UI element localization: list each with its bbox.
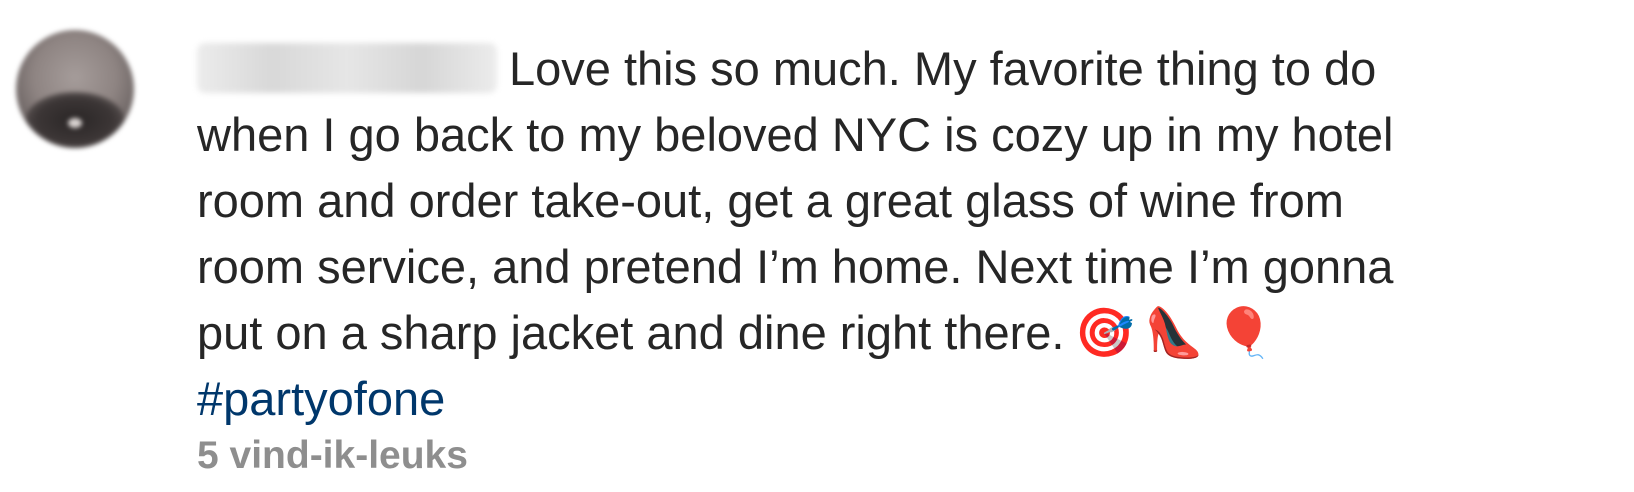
comment-line-4: room service, and pretend I’m home. Next… xyxy=(197,240,1394,293)
hashtag-link[interactable]: #partyofone xyxy=(197,366,1617,432)
comment-line-1-text: Love this so much. My favorite thing to … xyxy=(509,42,1377,95)
comment-line-1: Love this so much. My favorite thing to … xyxy=(197,36,1617,102)
comment-content: Love this so much. My favorite thing to … xyxy=(197,36,1617,480)
high-heel-emoji-icon: 👠 xyxy=(1144,305,1204,361)
comment-line-5: put on a sharp jacket and dine right the… xyxy=(197,300,1617,366)
comment-line-5-text: put on a sharp jacket and dine right the… xyxy=(197,306,1065,359)
balloon-emoji-icon: 🎈 xyxy=(1214,305,1274,361)
avatar[interactable] xyxy=(16,30,134,148)
target-emoji-icon: 🎯 xyxy=(1074,305,1135,361)
comment-line-2: when I go back to my beloved NYC is cozy… xyxy=(197,108,1394,161)
comment-text: Love this so much. My favorite thing to … xyxy=(197,36,1617,366)
comment-line-3: room and order take-out, get a great gla… xyxy=(197,174,1344,227)
comment: Love this so much. My favorite thing to … xyxy=(0,0,1634,492)
username-blurred[interactable] xyxy=(197,43,497,93)
avatar-highlight xyxy=(68,118,82,128)
likes-count[interactable]: 5 vind-ik-leuks xyxy=(197,432,1617,480)
